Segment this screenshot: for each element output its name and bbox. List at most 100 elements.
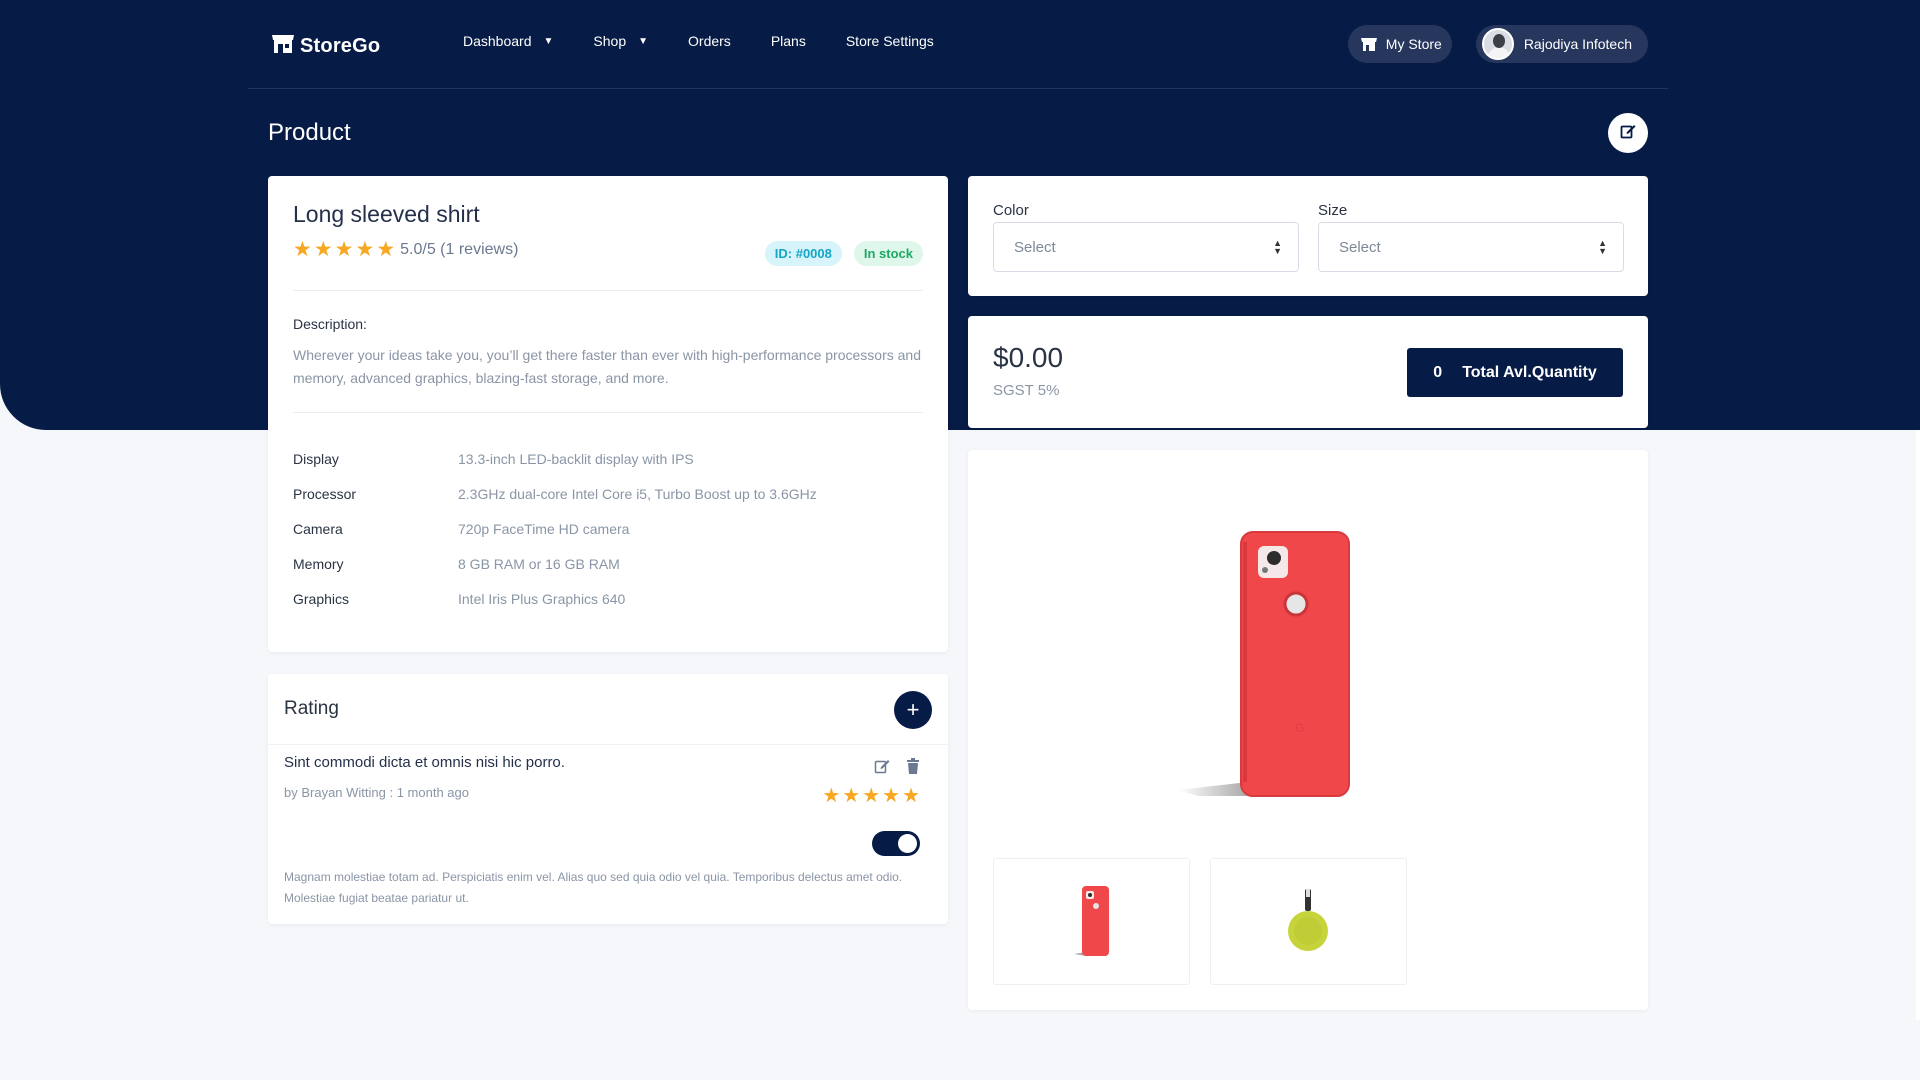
chevron-down-icon: ▼ <box>638 35 649 47</box>
product-id-badge: ID: #0008 <box>764 241 842 266</box>
review-meta: by Brayan Witting : 1 month ago <box>284 785 469 800</box>
chevron-down-icon: ▼ <box>543 35 554 47</box>
variant-card: Color Select ▲ ▼ Size Select ▲ ▼ <box>968 176 1648 296</box>
spec-value: 13.3-inch LED-backlit display with IPS <box>458 450 694 467</box>
spec-row: Processor 2.3GHz dual-core Intel Core i5… <box>293 476 923 511</box>
page-title: Product <box>268 119 351 146</box>
star-icon: ★ <box>334 238 354 261</box>
stock-status-badge: In stock <box>853 241 923 266</box>
nav-shop[interactable]: Shop ▼ <box>593 33 648 49</box>
star-icon: ★ <box>862 785 881 807</box>
rating-card-header: Rating + <box>268 674 948 745</box>
scrollbar[interactable] <box>1916 430 1920 1020</box>
user-name: Rajodiya Infotech <box>1523 36 1632 52</box>
color-select[interactable]: Select ▲ ▼ <box>993 222 1299 272</box>
select-arrows-icon: ▲ ▼ <box>1273 238 1282 256</box>
my-store-button[interactable]: My Store <box>1347 25 1452 63</box>
product-rating: ★ ★ ★ ★ ★ 5.0/5 (1 reviews) <box>293 239 518 260</box>
review-stars: ★ ★ ★ ★ ★ <box>822 786 922 806</box>
spec-value: 2.3GHz dual-core Intel Core i5, Turbo Bo… <box>458 485 817 502</box>
color-select-value: Select <box>1014 238 1056 256</box>
spec-value: 720p FaceTime HD camera <box>458 520 630 537</box>
spec-key: Graphics <box>293 590 350 607</box>
divider <box>293 290 923 291</box>
store-logo-icon <box>270 32 300 60</box>
product-name: Long sleeved shirt <box>293 201 480 227</box>
add-rating-button[interactable]: + <box>894 691 932 729</box>
tax-label: SGST 5% <box>993 382 1060 399</box>
review-title: Sint commodi dicta et omnis nisi hic por… <box>284 754 565 771</box>
edit-review-icon[interactable] <box>874 758 890 774</box>
size-label: Size <box>1318 202 1348 219</box>
spec-key: Camera <box>293 520 343 537</box>
nav-orders-label: Orders <box>688 33 731 49</box>
review-body: Magnam molestiae totam ad. Perspiciatis … <box>284 870 903 905</box>
color-label: Color <box>993 202 1029 219</box>
spec-key: Processor <box>293 485 357 502</box>
product-stars: ★ ★ ★ ★ ★ <box>293 239 397 260</box>
my-store-label: My Store <box>1385 36 1442 52</box>
spec-row: Memory 8 GB RAM or 16 GB RAM <box>293 546 923 581</box>
description-label: Description: <box>293 316 367 332</box>
nav-store-settings[interactable]: Store Settings <box>846 33 934 49</box>
star-icon: ★ <box>902 785 920 807</box>
nav-shop-label: Shop <box>593 33 627 49</box>
trash-icon[interactable] <box>906 758 920 774</box>
star-icon: ★ <box>842 785 861 807</box>
nav-store-settings-label: Store Settings <box>845 33 934 49</box>
size-select[interactable]: Select ▲ ▼ <box>1318 222 1624 272</box>
spec-key: Display <box>293 450 339 467</box>
brand-name: StoreGo <box>300 34 381 57</box>
spec-value: Intel Iris Plus Graphics 640 <box>458 590 626 607</box>
plus-icon: + <box>906 697 920 722</box>
product-badges: ID: #0008 In stock <box>753 241 923 266</box>
product-main-image[interactable]: G <box>1168 520 1448 825</box>
select-arrows-icon: ▲ ▼ <box>1598 238 1607 256</box>
total-quantity-button[interactable]: 0 Total Avl.Quantity <box>1407 348 1623 397</box>
top-navbar: StoreGo Dashboard ▼ Shop ▼ Orders Plans … <box>248 0 1668 89</box>
toggle-knob <box>898 834 917 853</box>
user-menu[interactable]: Rajodiya Infotech <box>1475 25 1648 63</box>
spec-row: Display 13.3-inch LED-backlit display wi… <box>293 441 923 476</box>
rating-summary: 5.0/5 (1 reviews) <box>400 240 519 258</box>
price-card: $0.00 SGST 5% 0 Total Avl.Quantity <box>968 316 1648 428</box>
edit-product-button[interactable] <box>1608 113 1648 153</box>
rating-card: Rating + Sint commodi dicta et omnis nis… <box>268 674 948 924</box>
nav-right: My Store Rajodiya Infotech <box>1347 25 1648 63</box>
svg-text:G: G <box>1295 721 1304 735</box>
quantity-value: 0 <box>1433 363 1443 381</box>
nav-dashboard-label: Dashboard <box>463 33 532 49</box>
nav-links: Dashboard ▼ Shop ▼ Orders Plans Store Se… <box>463 33 974 49</box>
quantity-label: Total Avl.Quantity <box>1462 363 1597 381</box>
rating-title: Rating <box>284 698 339 719</box>
spec-row: Camera 720p FaceTime HD camera <box>293 511 923 546</box>
review-visibility-toggle[interactable] <box>872 831 920 856</box>
nav-dashboard[interactable]: Dashboard ▼ <box>463 33 553 49</box>
store-icon <box>1360 36 1378 52</box>
star-icon: ★ <box>355 238 375 261</box>
divider <box>293 412 923 413</box>
thumbnail-phone[interactable] <box>993 858 1190 985</box>
edit-icon <box>1620 123 1636 144</box>
thumbnail-chromecast[interactable] <box>1210 858 1407 985</box>
review-actions <box>858 758 920 774</box>
star-icon: ★ <box>882 785 901 807</box>
star-icon: ★ <box>376 238 396 261</box>
star-icon: ★ <box>313 238 333 261</box>
spec-row: Graphics Intel Iris Plus Graphics 640 <box>293 581 923 616</box>
product-image-card: G <box>968 450 1648 1010</box>
star-icon: ★ <box>293 238 312 261</box>
product-details-card: Long sleeved shirt ★ ★ ★ ★ ★ 5.0/5 (1 re… <box>268 176 948 652</box>
spec-key: Memory <box>293 555 344 572</box>
spec-value: 8 GB RAM or 16 GB RAM <box>458 555 620 572</box>
avatar <box>1481 28 1514 60</box>
nav-plans[interactable]: Plans <box>771 33 806 49</box>
nav-orders[interactable]: Orders <box>688 33 731 49</box>
product-price: $0.00 <box>993 342 1064 373</box>
description-text: Wherever your ideas take you, you’ll get… <box>293 347 921 386</box>
specs-table: Display 13.3-inch LED-backlit display wi… <box>293 441 923 616</box>
nav-plans-label: Plans <box>770 33 806 49</box>
brand-logo[interactable]: StoreGo <box>270 32 380 60</box>
star-icon: ★ <box>822 785 841 807</box>
size-select-value: Select <box>1339 238 1381 256</box>
